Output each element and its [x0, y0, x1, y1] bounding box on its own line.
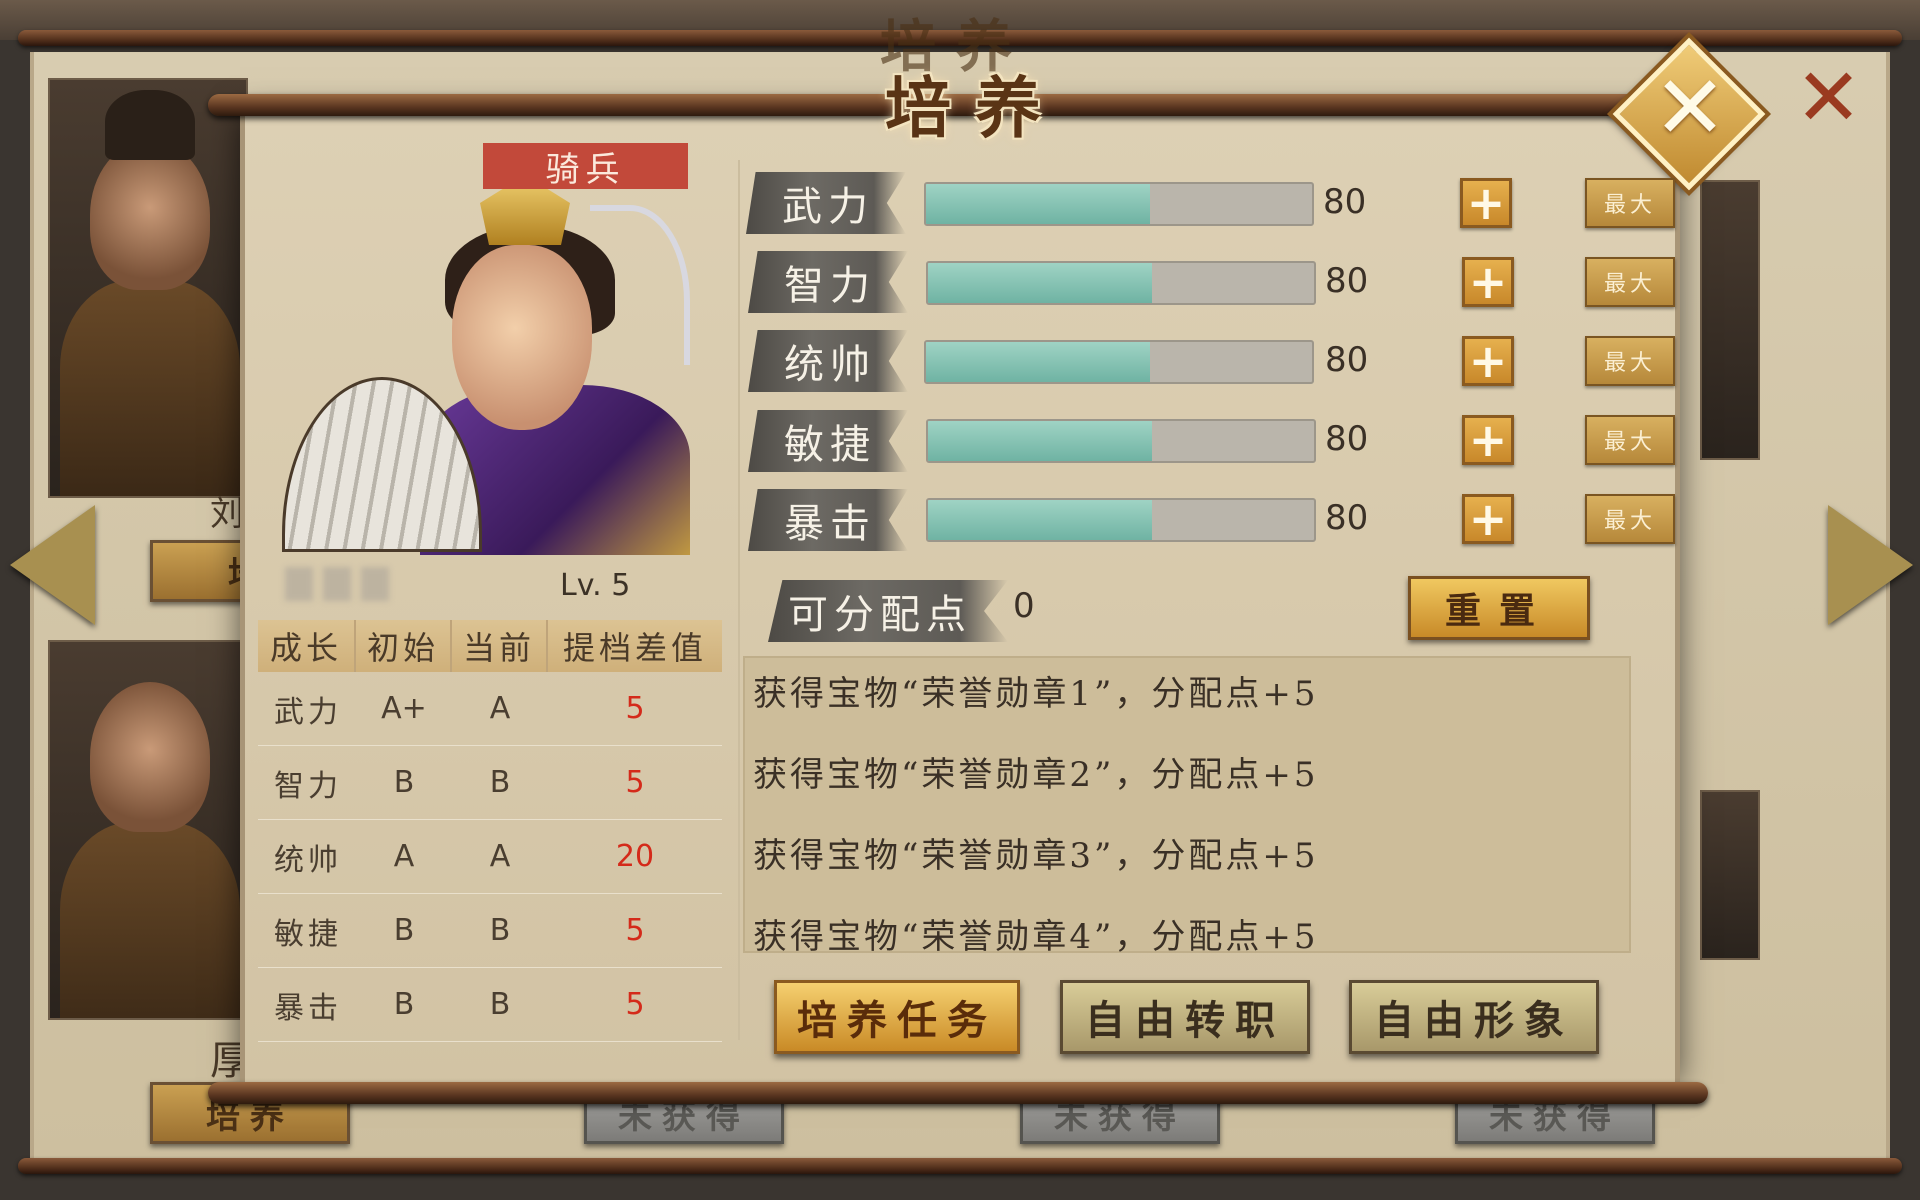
- row-stat: 敏捷: [274, 916, 342, 952]
- header-growth: 成长: [258, 620, 356, 672]
- background-hero-card-4[interactable]: [1700, 790, 1760, 960]
- row-stat: 统帅: [274, 842, 342, 878]
- hero-portrait: [280, 145, 690, 555]
- attr-value-command: 80: [1325, 340, 1369, 380]
- row-current: A: [489, 691, 511, 726]
- attr-value-agility: 80: [1325, 419, 1369, 459]
- attr-bar-force: [924, 182, 1314, 226]
- hero-level: Lv. 5: [560, 568, 631, 603]
- background-hero-card-3[interactable]: [1700, 180, 1760, 460]
- fan-icon: [282, 377, 482, 552]
- row-diff: 5: [625, 691, 645, 726]
- attr-plus-button-intellect[interactable]: +: [1462, 257, 1514, 307]
- attr-value-intellect: 80: [1325, 261, 1369, 301]
- table-row: 武力 A+ A 5: [258, 672, 722, 746]
- background-bottom-rod: [18, 1158, 1902, 1174]
- row-current: B: [489, 765, 511, 800]
- available-points-value: 0: [1013, 586, 1035, 626]
- train-task-button[interactable]: 培养任务: [774, 980, 1020, 1054]
- table-row: 智力 B B 5: [258, 746, 722, 820]
- attr-bar-intellect: [926, 261, 1316, 305]
- attr-label-agility: 敏捷: [748, 410, 908, 472]
- log-line: 获得宝物“荣誉勋章1”，分配点+5: [753, 674, 1319, 714]
- attr-label-command: 统帅: [748, 330, 908, 392]
- table-row: 统帅 A A 20: [258, 820, 722, 894]
- close-icon[interactable]: ✕: [1642, 60, 1738, 156]
- attr-bar-agility: [926, 419, 1316, 463]
- row-initial: A: [393, 839, 415, 874]
- attr-plus-button-force[interactable]: +: [1460, 178, 1512, 228]
- attr-max-button-agility[interactable]: 最大: [1585, 415, 1675, 465]
- attr-bar-fill: [928, 263, 1152, 303]
- attr-bar-crit: [926, 498, 1316, 542]
- row-initial: B: [393, 913, 415, 948]
- attr-max-button-force[interactable]: 最大: [1585, 178, 1675, 228]
- panel-divider: [738, 160, 740, 1040]
- log-line: 获得宝物“荣誉勋章3”，分配点+5: [753, 836, 1319, 876]
- free-appearance-button[interactable]: 自由形象: [1349, 980, 1599, 1054]
- prev-hero-arrow-icon[interactable]: [10, 505, 95, 625]
- background-hero-card-1[interactable]: [48, 78, 248, 498]
- attr-plus-button-agility[interactable]: +: [1462, 415, 1514, 465]
- attr-bar-fill: [928, 500, 1152, 540]
- header-diff: 提档差值: [562, 629, 707, 667]
- row-current: B: [489, 987, 511, 1022]
- hero-name-blurred: [285, 560, 435, 608]
- next-hero-arrow-icon[interactable]: [1828, 505, 1913, 625]
- growth-table-header: 成长 初始 当前 提档差值: [258, 620, 722, 672]
- attr-bar-fill: [926, 342, 1150, 382]
- attr-max-button-crit[interactable]: 最大: [1585, 494, 1675, 544]
- row-current: B: [489, 913, 511, 948]
- table-row: 暴击 B B 5: [258, 968, 722, 1042]
- row-stat: 智力: [274, 768, 342, 804]
- background-hero-card-2[interactable]: [48, 640, 248, 1020]
- reset-button[interactable]: 重置: [1408, 576, 1590, 640]
- attr-max-button-intellect[interactable]: 最大: [1585, 257, 1675, 307]
- row-diff: 5: [625, 913, 645, 948]
- attr-max-button-command[interactable]: 最大: [1585, 336, 1675, 386]
- attr-bar-fill: [928, 421, 1152, 461]
- header-current: 当前: [452, 620, 548, 672]
- row-initial: B: [393, 987, 415, 1022]
- header-initial: 初始: [356, 620, 452, 672]
- attr-plus-button-command[interactable]: +: [1462, 336, 1514, 386]
- log-line: 获得宝物“荣誉勋章2”，分配点+5: [753, 755, 1319, 795]
- row-diff: 5: [625, 987, 645, 1022]
- dialog-bottom-rod: [208, 1082, 1708, 1104]
- attr-label-intellect: 智力: [748, 251, 908, 313]
- growth-table: 成长 初始 当前 提档差值 武力 A+ A 5 智力 B B 5 统帅 A A …: [258, 620, 722, 1042]
- log-line: 获得宝物“荣誉勋章4”，分配点+5: [753, 917, 1319, 957]
- available-points-label: 可分配点: [768, 580, 1008, 642]
- background-close-icon[interactable]: ✕: [1795, 58, 1862, 138]
- row-initial: A+: [381, 691, 427, 726]
- attr-value-crit: 80: [1325, 498, 1369, 538]
- row-diff: 20: [615, 839, 655, 874]
- attr-bar-command: [924, 340, 1314, 384]
- background-hero-name-1: 刘: [210, 494, 244, 534]
- table-row: 敏捷 B B 5: [258, 894, 722, 968]
- free-job-change-button[interactable]: 自由转职: [1060, 980, 1310, 1054]
- row-current: A: [489, 839, 511, 874]
- dialog-title: 培养: [885, 69, 1065, 147]
- attr-value-force: 80: [1323, 182, 1367, 222]
- attr-label-force: 武力: [746, 172, 906, 234]
- reward-log: 获得宝物“荣誉勋章1”，分配点+5 获得宝物“荣誉勋章2”，分配点+5 获得宝物…: [743, 656, 1631, 957]
- row-stat: 武力: [274, 694, 342, 730]
- row-initial: B: [393, 765, 415, 800]
- attr-plus-button-crit[interactable]: +: [1462, 494, 1514, 544]
- row-stat: 暴击: [274, 990, 342, 1026]
- class-badge: 骑兵: [483, 143, 688, 190]
- attr-label-crit: 暴击: [748, 489, 908, 551]
- row-diff: 5: [625, 765, 645, 800]
- attr-bar-fill: [926, 184, 1150, 224]
